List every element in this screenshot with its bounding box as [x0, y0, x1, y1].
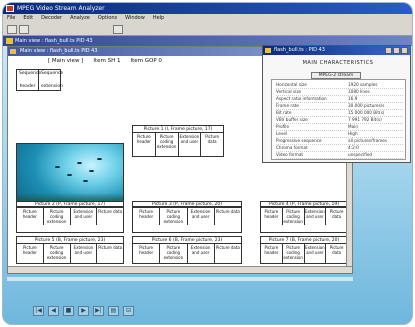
previous-frame-button[interactable]: ◀ [48, 306, 59, 316]
picture-header-cell: Picture header [133, 133, 156, 156]
menu-options[interactable]: Options [98, 14, 117, 23]
info-row: Aspect ratio information 16:9 [276, 96, 403, 103]
menu-analyze[interactable]: Analyze [70, 14, 90, 23]
picture-1-title: Picture 1 (I, Frame picture, 17) [133, 126, 223, 133]
app-frame: MPEG Video Stream Analyzer File Edit Dec… [2, 2, 413, 325]
maximize-button[interactable] [393, 47, 400, 54]
menu-decoder[interactable]: Decoder [41, 14, 62, 23]
sequence-extension-cell: Sequence extension [41, 71, 64, 89]
first-frame-button[interactable]: |◀ [33, 306, 44, 316]
info-row: Level High [276, 131, 403, 138]
picture-coding-cell: Picture coding extension [44, 208, 71, 225]
picture-coding-cell: Picture coding extension [160, 244, 188, 263]
characteristics-window: flash_bull.ts : PID 43 MAIN CHARACTERIST… [262, 45, 411, 163]
picture-coding-cell: Picture coding extension [283, 208, 305, 225]
next-frame-button[interactable]: ▶ [78, 306, 89, 316]
picture-data-cell: Picture data [215, 209, 240, 214]
window-icon [10, 49, 16, 54]
nav-item-sh[interactable]: Item SH 1 [93, 58, 120, 64]
extension-user-cell: Extension and user [188, 208, 215, 225]
extension-user-cell: Extension and user [305, 208, 327, 225]
info-row: Vertical size 1080 lines [276, 89, 403, 96]
document-tab-label: Main view : flash_bull.ts PID 43 [15, 38, 93, 44]
info-row: Horizontal size 1920 samples [276, 82, 403, 89]
export-icon[interactable] [113, 25, 123, 34]
characteristics-titlebar: flash_bull.ts : PID 43 [263, 46, 410, 55]
horizontal-scrollbar[interactable] [8, 266, 352, 273]
picture-data-cell: Picture data [98, 209, 123, 214]
picture-2-block[interactable]: Picture header Picture coding extension … [16, 207, 124, 233]
view-navigation: [ Main view ] Item SH 1 Item GOP 0 [48, 58, 162, 64]
info-row: Video format unspecified [276, 152, 403, 159]
picture-5-title: Picture 5 (B, Frame picture, 23) [17, 237, 123, 244]
extension-user-cell: Extension and user [305, 244, 327, 263]
sequence-header-block[interactable]: Sequence header Sequence extension [16, 69, 64, 91]
extension-user-cell: Extension and user [71, 244, 98, 263]
picture-5-block[interactable]: Picture 5 (B, Frame picture, 23) Picture… [16, 236, 124, 264]
menu-window[interactable]: Window [125, 14, 145, 23]
menu-bar: File Edit Decoder Analyze Options Window… [3, 14, 412, 23]
info-row: Chroma format 4:2:0 [276, 145, 403, 152]
info-row: Progressive sequence all pictures/frames [276, 138, 403, 145]
picture-header-cell: Picture header [261, 244, 283, 263]
info-row: VBV buffer size 7 991 792 Bit(s) [276, 117, 403, 124]
characteristics-title: flash_bull.ts : PID 43 [274, 47, 325, 53]
grid-view-button[interactable]: ▤ [108, 306, 119, 316]
nav-item-gop[interactable]: Item GOP 0 [131, 58, 162, 64]
menu-file[interactable]: File [7, 14, 15, 23]
main-view-title: Main view : flash_bull.ts PID 43 [20, 48, 98, 54]
status-strip [7, 277, 353, 281]
picture-data-cell: Picture data [329, 245, 344, 255]
picture-header-cell: Picture header [17, 244, 44, 263]
list-view-button[interactable]: ⊟ [123, 306, 134, 316]
open-file-icon[interactable] [7, 25, 17, 34]
tab-mpeg2-stream[interactable]: MPEG-2 stream [311, 72, 361, 79]
document-icon [6, 38, 13, 44]
nav-main-view[interactable]: [ Main view ] [48, 58, 83, 64]
picture-coding-cell: Picture coding extension [160, 208, 188, 225]
picture-header-cell: Picture header [133, 244, 161, 263]
picture-3-block[interactable]: Picture header Picture coding extension … [132, 207, 242, 233]
stop-button[interactable]: ■ [63, 306, 74, 316]
info-row: Profile Main [276, 124, 403, 131]
menu-edit[interactable]: Edit [23, 14, 33, 23]
characteristics-heading: MAIN CHARACTERISTICS [302, 60, 374, 66]
close-button[interactable] [401, 47, 408, 54]
last-frame-button[interactable]: ▶| [93, 306, 104, 316]
picture-header-cell: Picture header [17, 208, 44, 225]
transport-controls: |◀ ◀ ■ ▶ ▶| ▤ ⊟ [3, 303, 412, 319]
picture-6-title: Picture 6 (B, Frame picture, 23) [133, 237, 241, 244]
picture-data-cell: Picture data [329, 209, 344, 219]
picture-7-block[interactable]: Picture 7 (B, Frame picture, 20) Picture… [260, 236, 348, 264]
menu-help[interactable]: Help [153, 14, 164, 23]
picture-coding-cell: Picture coding extension [283, 244, 305, 263]
info-row: Bit rate 15 000 000 Bit(s) [276, 110, 403, 117]
toolbar [3, 23, 412, 36]
picture-header-cell: Picture header [133, 208, 161, 225]
picture-coding-cell: Picture coding extension [156, 133, 179, 156]
picture-data-cell: Picture data [215, 245, 240, 250]
picture-data-cell: Picture data [205, 134, 219, 144]
info-row: Frame rate 30.000 pictures/s [276, 103, 403, 110]
sequence-header-cell: Sequence header [19, 70, 42, 90]
extension-user-cell: Extension and user [71, 208, 98, 225]
extension-user-cell: Extension and user [179, 133, 202, 156]
extension-user-cell: Extension and user [188, 244, 215, 263]
picture-7-title: Picture 7 (B, Frame picture, 20) [261, 237, 347, 244]
minimize-button[interactable] [385, 47, 392, 54]
app-icon [6, 5, 14, 12]
title-bar: MPEG Video Stream Analyzer [3, 3, 412, 14]
picture-header-cell: Picture header [261, 208, 283, 225]
save-icon[interactable] [19, 25, 29, 34]
picture-4-block[interactable]: Picture header Picture coding extension … [260, 207, 348, 233]
picture-coding-cell: Picture coding extension [44, 244, 71, 263]
window-icon [265, 48, 271, 53]
picture-1-block[interactable]: Picture 1 (I, Frame picture, 17) Picture… [132, 125, 224, 157]
picture-6-block[interactable]: Picture 6 (B, Frame picture, 23) Picture… [132, 236, 242, 264]
picture-data-cell: Picture data [98, 245, 123, 250]
app-title: MPEG Video Stream Analyzer [17, 5, 105, 12]
characteristics-panel: Horizontal size 1920 samples Vertical siz… [271, 79, 406, 160]
